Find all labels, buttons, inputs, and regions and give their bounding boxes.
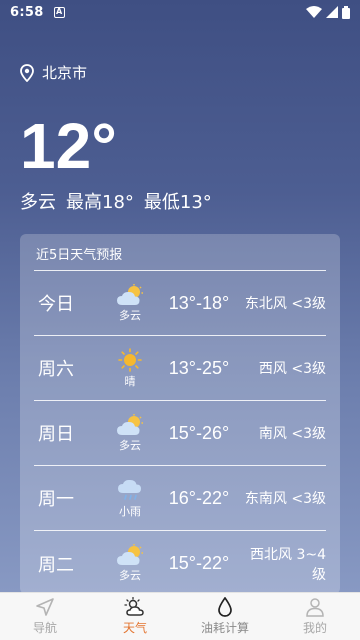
forecast-condition-label: 小雨 bbox=[119, 504, 141, 518]
forecast-wind: 东南风 <3级 bbox=[244, 491, 326, 507]
partly-cloudy-icon bbox=[117, 283, 143, 305]
weather-icon bbox=[124, 597, 144, 616]
nav-label: 导航 bbox=[32, 621, 57, 635]
current-low: 最低13° bbox=[143, 192, 212, 213]
signal-icon bbox=[326, 6, 338, 18]
forecast-day: 周二 bbox=[38, 554, 74, 576]
forecast-temps: 13°-18° bbox=[168, 292, 230, 313]
nav-item-fuel[interactable]: 油耗计算 bbox=[180, 593, 270, 640]
forecast-row: 周一 小雨 16°-22° 东南风 <3级 bbox=[34, 466, 326, 531]
nav-label: 油耗计算 bbox=[200, 621, 249, 635]
location-pin-icon bbox=[20, 63, 34, 82]
partly-cloudy-icon bbox=[117, 413, 143, 435]
forecast-condition: 多云 bbox=[102, 283, 158, 323]
forecast-title: 近5日天气预报 bbox=[36, 248, 123, 263]
forecast-row: 今日 多云 13°-18° 东北风 <3级 bbox=[34, 271, 326, 336]
forecast-card: 近5日天气预报 今日 多云 13°-18° 东北风 <3级 周六 晴 13°-2… bbox=[20, 234, 340, 594]
location[interactable]: 北京市 bbox=[20, 62, 87, 83]
forecast-day: 今日 bbox=[38, 294, 74, 315]
forecast-condition-label: 多云 bbox=[119, 569, 141, 582]
user-icon bbox=[306, 598, 324, 617]
wifi-icon bbox=[306, 6, 322, 18]
light-rain-icon bbox=[118, 479, 141, 500]
nav-item-profile[interactable]: 我的 bbox=[270, 593, 360, 640]
status-time: 6:58 bbox=[10, 4, 44, 20]
forecast-condition-label: 晴 bbox=[124, 374, 136, 388]
forecast-temps: 16°-22° bbox=[168, 487, 230, 508]
sunny-icon bbox=[118, 347, 142, 372]
forecast-row: 周二 多云 15°-22° 西北风 3~4级 bbox=[34, 531, 326, 594]
forecast-condition: 多云 bbox=[102, 544, 158, 583]
status-icons bbox=[306, 5, 350, 19]
partly-cloudy-icon bbox=[117, 544, 143, 565]
forecast-temps: 15°-26° bbox=[168, 422, 230, 443]
forecast-condition-label: 多云 bbox=[119, 438, 141, 452]
nav-label: 天气 bbox=[122, 621, 147, 635]
forecast-row: 周六 晴 13°-25° 西风 <3级 bbox=[34, 336, 326, 401]
forecast-condition: 小雨 bbox=[102, 478, 158, 519]
forecast-condition: 多云 bbox=[102, 413, 158, 453]
forecast-day: 周日 bbox=[38, 424, 74, 445]
forecast-temps: 13°-25° bbox=[168, 357, 230, 378]
current-condition: 多云 bbox=[20, 192, 56, 213]
bottom-nav: 导航 天气 油耗计算 我的 bbox=[0, 592, 360, 640]
current-summary: 多云 最高18° 最低13° bbox=[20, 188, 212, 214]
forecast-wind: 西风 <3级 bbox=[258, 361, 326, 377]
forecast-temps: 15°-22° bbox=[168, 553, 230, 573]
navigation-arrow-icon bbox=[36, 598, 54, 616]
nav-item-navigation[interactable]: 导航 bbox=[0, 593, 90, 640]
current-high: 最高18° bbox=[66, 192, 134, 213]
forecast-wind: 西北风 3~4级 bbox=[250, 546, 326, 583]
forecast-condition-label: 多云 bbox=[119, 308, 141, 322]
forecast-condition: 晴 bbox=[102, 347, 158, 389]
nav-label: 我的 bbox=[302, 621, 327, 635]
notification-icon: A bbox=[53, 6, 65, 18]
status-bar: 6:58 A bbox=[0, 0, 360, 24]
forecast-wind: 南风 <3级 bbox=[258, 426, 326, 442]
battery-icon bbox=[342, 5, 350, 19]
current-temperature: 12° bbox=[20, 110, 117, 182]
forecast-day: 周一 bbox=[38, 489, 74, 510]
forecast-wind: 东北风 <3级 bbox=[244, 296, 326, 312]
city-name: 北京市 bbox=[42, 64, 88, 82]
fuel-drop-icon bbox=[218, 597, 232, 617]
forecast-day: 周六 bbox=[38, 359, 74, 380]
forecast-row: 周日 多云 15°-26° 南风 <3级 bbox=[34, 401, 326, 466]
nav-item-weather[interactable]: 天气 bbox=[90, 593, 180, 640]
